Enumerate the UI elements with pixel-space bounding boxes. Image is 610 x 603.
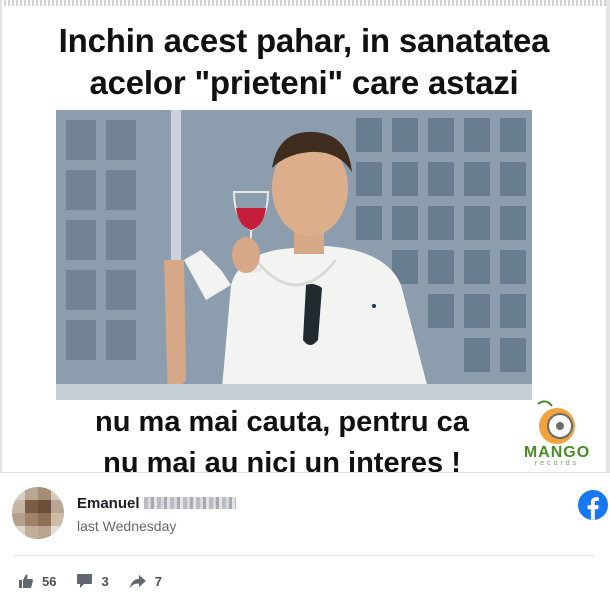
share-arrow-icon (129, 575, 146, 588)
post-timestamp[interactable]: last Wednesday (77, 518, 176, 534)
comment-count: 3 (101, 573, 109, 589)
author-name[interactable]: Emanuel (77, 495, 236, 512)
facebook-icon[interactable] (578, 490, 608, 520)
mango-records-logo: MANGO records (510, 398, 604, 472)
share-count: 7 (154, 573, 162, 589)
post-card: Emanuel last Wednesday 56 3 7 (0, 472, 610, 603)
pixelated-avatar-icon (12, 487, 64, 539)
post-divider (14, 555, 594, 556)
mango-logo-icon (537, 400, 575, 444)
blurred-surname (143, 497, 236, 509)
meme-headline-line2: acelor "prieteni" care astazi (89, 64, 519, 101)
comment-icon (77, 574, 93, 588)
thumbs-up-icon (19, 574, 33, 588)
like-count: 56 (42, 573, 57, 589)
share-stat[interactable]: 7 (129, 573, 162, 589)
comment-stat[interactable]: 3 (76, 573, 109, 589)
toasting-man-illustration (56, 110, 532, 400)
right-border (606, 0, 610, 472)
like-stat[interactable]: 56 (18, 573, 56, 589)
meme-caption-line1: nu ma mai cauta, pentru ca (95, 406, 469, 438)
logo-subtext: records (534, 460, 580, 467)
post-stats: 56 3 7 (18, 572, 182, 590)
meme-photo (56, 110, 532, 400)
author-first-name[interactable]: Emanuel (77, 495, 140, 512)
meme-headline-line1: Inchin acest pahar, in sanatatea (58, 22, 550, 59)
avatar[interactable] (12, 487, 64, 539)
meme-image[interactable]: Inchin acest pahar, in sanatatea acelor … (2, 6, 606, 479)
